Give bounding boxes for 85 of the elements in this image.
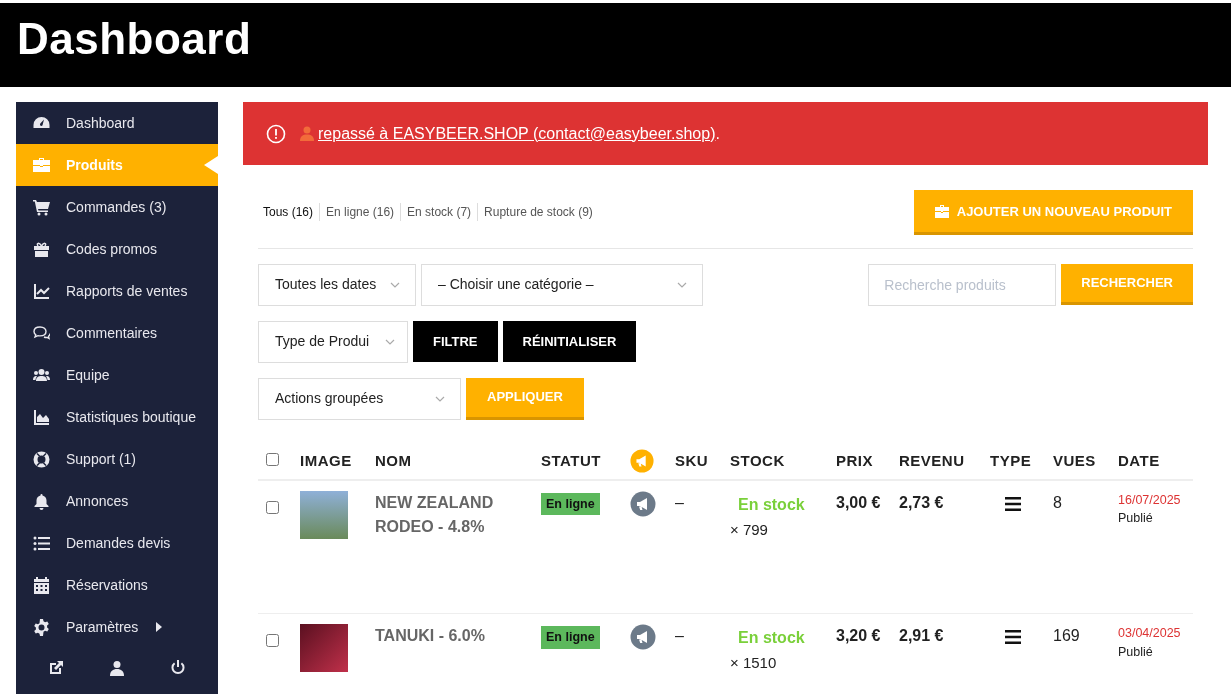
publish-status: Publié — [1118, 643, 1154, 661]
views-count: 8 — [1053, 493, 1062, 511]
row-checkbox[interactable] — [266, 500, 279, 514]
comments-icon — [33, 324, 50, 342]
product-type-select[interactable]: Type de Produi — [258, 320, 408, 363]
column-header: VUES — [1053, 451, 1096, 469]
status-filter-link[interactable]: Tous (16) — [258, 203, 320, 222]
column-header: PRIX — [836, 451, 873, 469]
sidebar-item[interactable]: Equipe — [16, 354, 218, 396]
date-text: 03/04/2025 — [1118, 625, 1182, 642]
megaphone-icon — [630, 490, 656, 517]
stock-status: En stock — [738, 494, 805, 515]
revenue-text: 2,91 € — [899, 627, 944, 644]
date-text: 16/07/2025 — [1118, 491, 1182, 509]
sidebar-item[interactable]: Statistiques boutique — [16, 396, 218, 438]
briefcase-icon — [934, 205, 949, 219]
line-chart-icon — [33, 282, 50, 300]
gift-icon — [33, 240, 50, 258]
sidebar-item[interactable]: Annonces — [16, 480, 218, 522]
bell-icon — [33, 492, 50, 510]
alert-message: repassé à EASYBEER.SHOP (contact@easybeer.shop). — [300, 121, 720, 146]
sidebar-item[interactable]: Dashboard — [16, 102, 218, 144]
status-filter-link[interactable]: En stock (7) — [400, 203, 478, 222]
stock-quantity: × 1510 — [730, 653, 778, 673]
menu-icon — [1005, 496, 1021, 511]
life-ring-icon — [33, 450, 50, 468]
page-title: Dashboard — [17, 17, 253, 61]
column-header: NOM — [375, 451, 412, 469]
column-header: SKU — [675, 451, 709, 469]
views-count: 169 — [1053, 627, 1080, 644]
price-text: 3,00 € — [836, 493, 881, 511]
column-header: IMAGE — [300, 451, 352, 469]
bulk-actions-select[interactable]: Actions groupées — [258, 377, 461, 420]
megaphone-icon — [630, 449, 654, 473]
list-icon — [33, 534, 50, 552]
price-text: 3,20 € — [836, 627, 881, 644]
sku-text: – — [675, 627, 684, 644]
sku-text: – — [675, 493, 684, 511]
date-select[interactable]: Toutes les dates — [258, 263, 416, 306]
briefcase-icon — [33, 156, 50, 174]
power-icon[interactable] — [169, 660, 186, 676]
row-checkbox[interactable] — [266, 634, 279, 647]
sidebar-item[interactable]: Commandes (3) — [16, 186, 218, 228]
users-icon — [33, 366, 50, 384]
filter-button[interactable]: FILTRE — [413, 321, 498, 362]
sidebar-item[interactable]: Support (1) — [16, 438, 218, 480]
stock-status: En stock — [738, 628, 805, 648]
sidebar-item[interactable]: Demandes devis — [16, 522, 218, 564]
column-header: STATUT — [541, 451, 601, 469]
megaphone-icon — [630, 624, 656, 650]
product-photo-placeholder — [300, 624, 348, 672]
stock-quantity: × 799 — [730, 519, 769, 540]
reset-button[interactable]: RÉINITIALISER — [502, 321, 637, 362]
user-link[interactable]: repassé à EASYBEER.SHOP (contact@easybeer.shop) — [318, 121, 716, 146]
sidebar-item[interactable]: Réservations — [16, 564, 218, 606]
status-badge: En ligne — [541, 626, 600, 649]
search-field[interactable]: Recherche produits — [868, 263, 1057, 306]
cart-icon — [33, 198, 50, 216]
category-select[interactable]: – Choisir une catégorie – — [421, 263, 703, 306]
user-icon — [300, 126, 314, 141]
menu-icon — [1005, 630, 1021, 645]
status-badge: En ligne — [541, 492, 600, 516]
warning-icon — [266, 123, 286, 144]
publish-status: Publié — [1118, 510, 1154, 528]
sidebar-item[interactable]: Codes promos — [16, 228, 218, 270]
sidebar-item[interactable]: Rapports de ventes — [16, 270, 218, 312]
area-chart-icon — [33, 408, 50, 426]
calendar-icon — [33, 576, 50, 594]
column-header: DATE — [1118, 451, 1160, 469]
sidebar-item[interactable]: Paramètres — [16, 606, 218, 648]
column-header: REVENU — [899, 451, 965, 469]
product-name[interactable]: TANUKI - 6.0% — [375, 624, 541, 648]
caret-right-icon — [156, 622, 163, 632]
column-header: TYPE — [990, 451, 1032, 469]
status-filter-link[interactable]: Rupture de stock (9) — [477, 203, 599, 222]
user-icon[interactable] — [109, 660, 125, 676]
product-photo-placeholder — [300, 490, 348, 539]
column-header: STOCK — [730, 451, 785, 469]
product-name[interactable]: NEW ZEALAND RODEO - 4.8% — [375, 490, 541, 539]
sidebar-item[interactable]: Commentaires — [16, 312, 218, 354]
settings-icon — [33, 618, 50, 636]
select-all-checkbox[interactable] — [266, 452, 279, 466]
revenue-text: 2,73 € — [899, 493, 944, 511]
external-link-icon[interactable] — [48, 660, 65, 676]
status-filter-link[interactable]: En ligne (16) — [319, 203, 401, 222]
